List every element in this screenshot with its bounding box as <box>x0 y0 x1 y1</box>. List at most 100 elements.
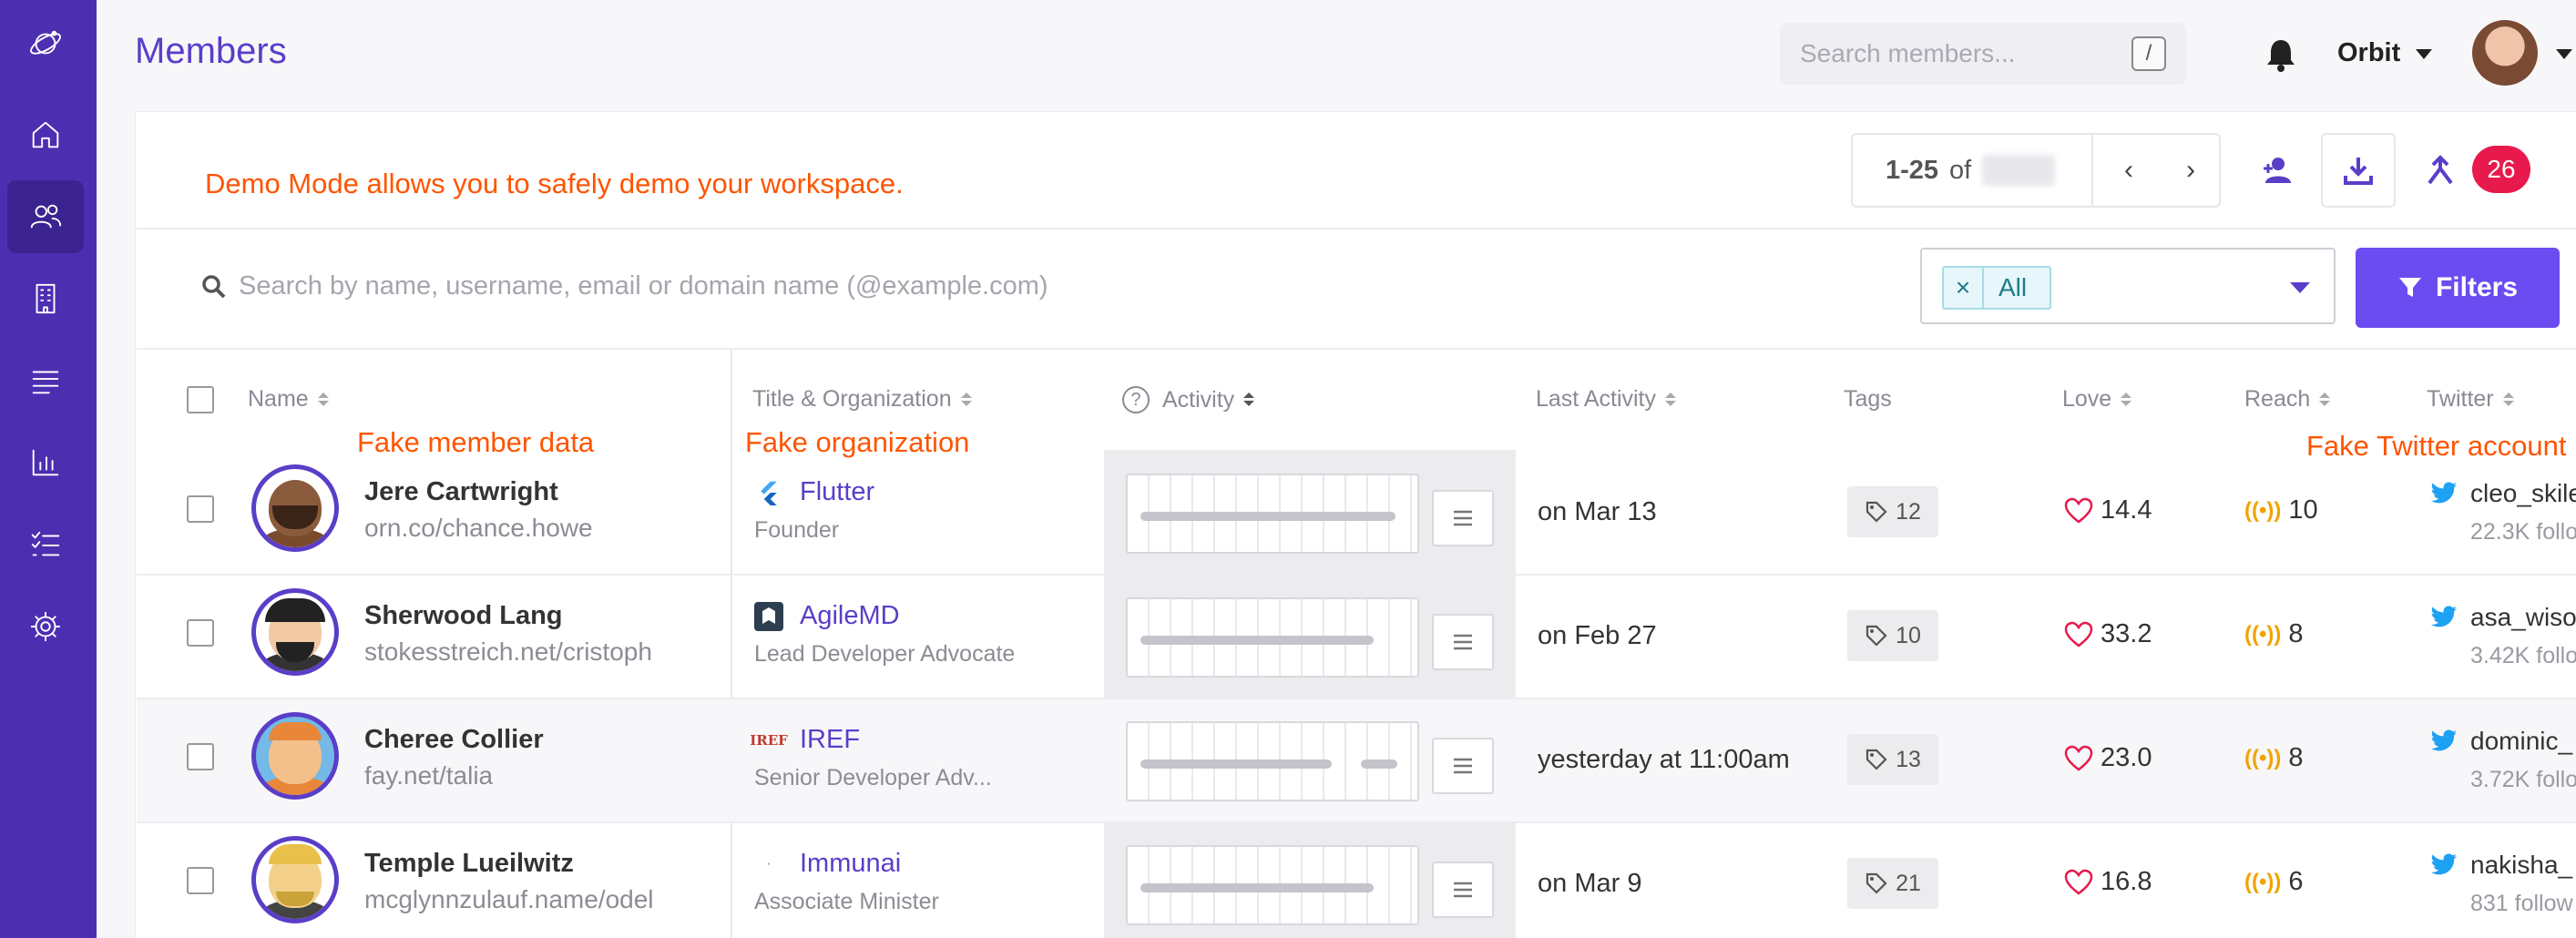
members-icon[interactable] <box>7 180 84 253</box>
avatar[interactable] <box>251 464 339 552</box>
column-love[interactable]: Love <box>2062 386 2132 413</box>
home-icon[interactable] <box>7 98 84 171</box>
search-icon <box>202 275 226 299</box>
member-name[interactable]: Jere Cartwright <box>364 477 558 507</box>
activity-sparkline <box>1126 721 1419 801</box>
twitter-handle[interactable]: nakisha_ <box>2430 851 2572 880</box>
filter-select[interactable]: × All <box>1920 248 2336 324</box>
member-name[interactable]: Temple Lueilwitz <box>364 849 574 879</box>
column-name[interactable]: Name <box>248 386 329 413</box>
prev-page-button[interactable]: ‹ <box>2124 155 2133 186</box>
table-row[interactable]: Temple Lueilwitz mcglynnzulauf.name/odel… <box>137 823 2576 938</box>
workspace-switcher[interactable]: Orbit <box>2337 38 2400 68</box>
love-score: 33.2 <box>2064 619 2152 649</box>
notifications-count-badge[interactable]: 26 <box>2472 146 2530 193</box>
table-row[interactable]: Cheree Collier fay.net/talia IREF IREF S… <box>137 699 2576 823</box>
download-button[interactable] <box>2321 133 2396 208</box>
member-username: mcglynnzulauf.name/odel <box>364 885 654 913</box>
member-search-input[interactable]: Search by name, username, email or domai… <box>239 271 1048 301</box>
merge-icon <box>2428 155 2453 185</box>
help-icon[interactable]: ? <box>1122 386 1150 413</box>
row-checkbox[interactable] <box>187 867 214 894</box>
tags-badge[interactable]: 12 <box>1847 486 1938 537</box>
love-score: 16.8 <box>2064 867 2152 897</box>
column-twitter[interactable]: Twitter <box>2427 386 2514 413</box>
chevron-down-icon[interactable] <box>2290 282 2310 293</box>
organization-link[interactable]: · Immunai <box>754 849 901 879</box>
user-avatar[interactable] <box>2472 20 2538 86</box>
organization-link[interactable]: Flutter <box>754 477 874 507</box>
heart-icon <box>2064 497 2093 524</box>
agilemd-logo-icon <box>754 601 783 631</box>
divider <box>137 228 2576 229</box>
member-name[interactable]: Sherwood Lang <box>364 601 563 631</box>
search-input[interactable]: Search members... / <box>1780 23 2186 85</box>
column-last-activity[interactable]: Last Activity <box>1536 386 1676 413</box>
twitter-handle[interactable]: cleo_skile <box>2430 479 2576 508</box>
pagination: 1-25 of ‹ › <box>1851 133 2221 208</box>
settings-icon[interactable] <box>7 590 84 663</box>
table-row[interactable]: Sherwood Lang stokesstreich.net/cristoph… <box>137 576 2576 699</box>
chevron-down-icon[interactable] <box>2416 49 2432 59</box>
total-count-blurred <box>1982 155 2056 186</box>
reports-icon[interactable] <box>7 426 84 499</box>
bell-icon[interactable] <box>2263 36 2299 73</box>
chevron-down-icon[interactable] <box>2556 49 2572 59</box>
page-title: Members <box>135 31 287 71</box>
member-title: Senior Developer Adv... <box>754 765 992 790</box>
filter-chip-label: All <box>1998 273 2028 301</box>
heart-icon <box>2064 869 2093 895</box>
tags-badge[interactable]: 10 <box>1847 610 1938 661</box>
column-tags: Tags <box>1844 386 1892 412</box>
activities-icon[interactable] <box>7 344 84 417</box>
twitter-handle[interactable]: asa_wiso <box>2430 603 2576 632</box>
heart-icon <box>2064 745 2093 771</box>
select-all-checkbox[interactable] <box>187 386 214 413</box>
heart-icon <box>2064 621 2093 647</box>
merge-button[interactable] <box>2410 133 2470 208</box>
download-icon <box>2344 158 2373 185</box>
member-title: Founder <box>754 517 840 543</box>
twitter-handle[interactable]: dominic_ <box>2430 727 2572 756</box>
twitter-followers: 3.72K follo <box>2470 767 2576 792</box>
activity-menu-button[interactable] <box>1432 614 1494 670</box>
column-reach[interactable]: Reach <box>2244 386 2331 413</box>
row-checkbox[interactable] <box>187 743 214 770</box>
table-row[interactable]: Jere Cartwright orn.co/chance.howe Flutt… <box>137 452 2576 576</box>
activity-sparkline <box>1126 845 1419 925</box>
organization-link[interactable]: AgileMD <box>754 601 900 631</box>
column-activity[interactable]: ? Activity <box>1122 386 1255 413</box>
tag-icon <box>1866 625 1887 647</box>
activity-menu-button[interactable] <box>1432 490 1494 546</box>
filter-chip: × All <box>1942 266 2051 310</box>
member-name[interactable]: Cheree Collier <box>364 725 544 755</box>
add-member-button[interactable] <box>2241 133 2315 208</box>
filters-button[interactable]: Filters <box>2356 248 2560 328</box>
organization-link[interactable]: IREF IREF <box>750 725 860 755</box>
menu-icon <box>1454 882 1472 898</box>
avatar[interactable] <box>251 836 339 923</box>
tasks-icon[interactable] <box>7 508 84 581</box>
next-page-button[interactable]: › <box>2186 155 2195 186</box>
tag-icon <box>1866 501 1887 523</box>
activity-menu-button[interactable] <box>1432 862 1494 918</box>
activity-menu-button[interactable] <box>1432 738 1494 794</box>
twitter-icon <box>2430 853 2457 875</box>
shortcut-key: / <box>2131 36 2166 71</box>
last-activity: on Mar 13 <box>1538 497 1657 526</box>
twitter-icon <box>2430 729 2457 751</box>
tags-badge[interactable]: 21 <box>1847 858 1938 909</box>
orbit-logo-icon[interactable] <box>9 7 82 80</box>
love-score: 14.4 <box>2064 495 2152 525</box>
organizations-icon[interactable] <box>7 262 84 335</box>
avatar[interactable] <box>251 712 339 800</box>
avatar[interactable] <box>251 588 339 676</box>
reach-icon: ((•)) <box>2244 745 2282 770</box>
demo-mode-banner: Demo Mode allows you to safely demo your… <box>205 168 904 199</box>
column-title-organization[interactable]: Title & Organization <box>752 386 972 413</box>
row-checkbox[interactable] <box>187 495 214 523</box>
row-checkbox[interactable] <box>187 619 214 647</box>
tags-badge[interactable]: 13 <box>1847 734 1938 785</box>
menu-icon <box>1454 510 1472 526</box>
remove-filter-icon[interactable]: × <box>1944 268 1984 308</box>
